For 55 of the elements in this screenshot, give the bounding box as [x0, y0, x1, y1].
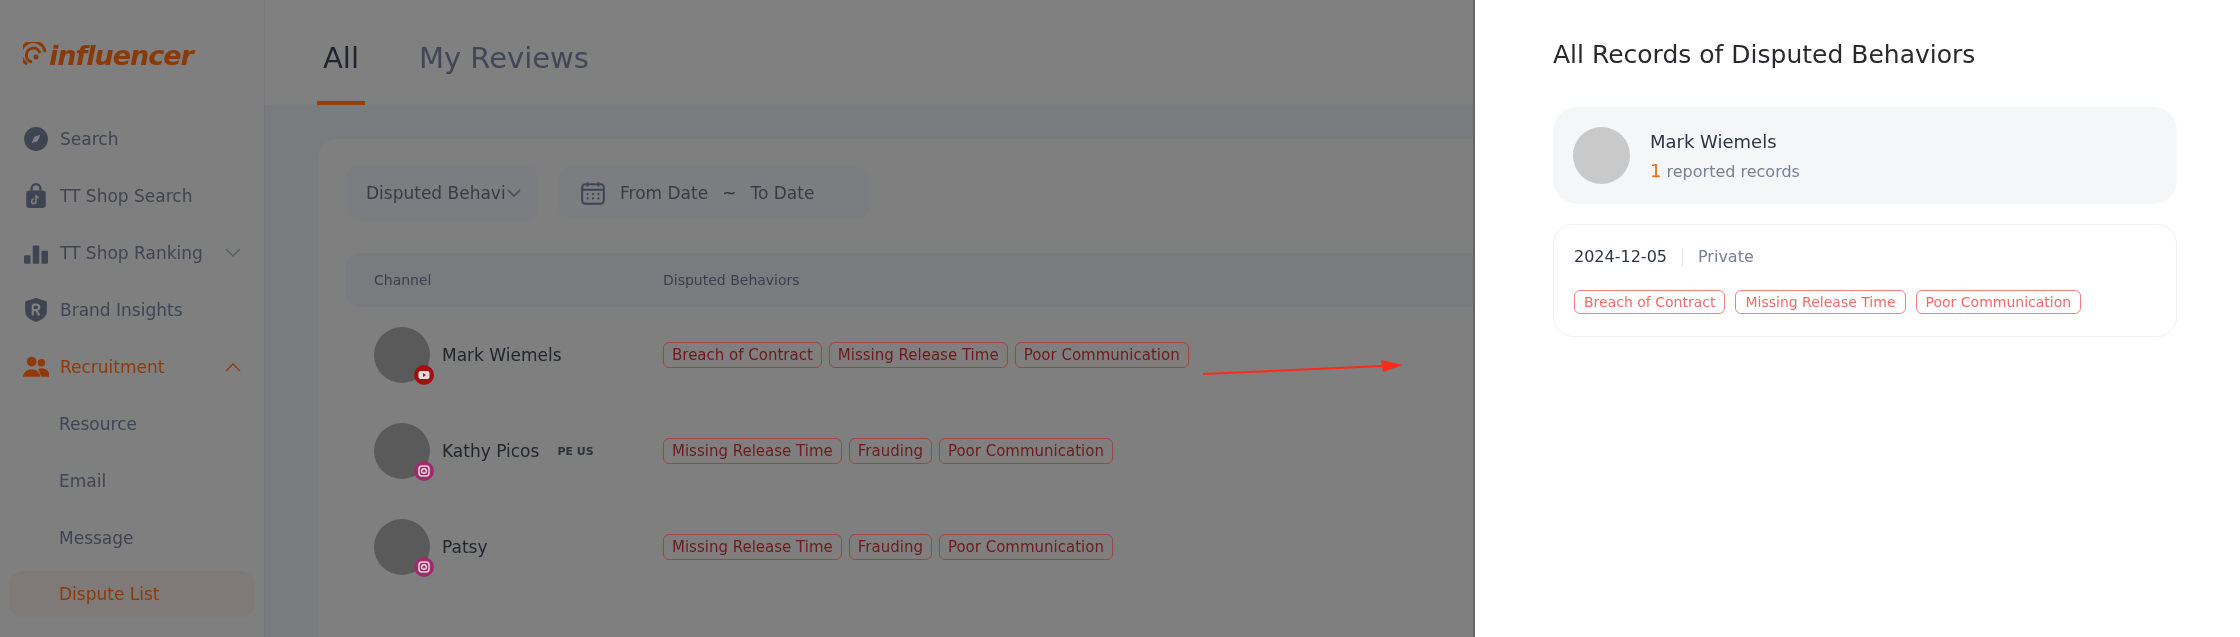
behavior-tag: Missing Release Time	[663, 534, 842, 560]
chevron-icon	[225, 361, 241, 372]
behavior-tag: Poor Communication	[1915, 290, 2082, 314]
behavior-tag: Poor Communication	[1014, 342, 1189, 368]
behavior-tag: Poor Communication	[938, 534, 1113, 560]
channel-name[interactable]: Kathy Picos	[442, 441, 540, 461]
sidebar-item[interactable]: Recruitment	[9, 338, 255, 395]
record-visibility: Private	[1698, 247, 1754, 266]
date-separator: ~	[722, 183, 737, 203]
record-date: 2024-12-05	[1574, 247, 1667, 266]
sidebar-item[interactable]: TT Shop Search	[9, 167, 255, 224]
compass-icon	[23, 125, 49, 152]
signal-logo-icon	[23, 42, 49, 68]
record-count: 1 reported records	[1650, 159, 1800, 181]
camera-badge-icon	[414, 557, 434, 577]
shopping-bag-icon	[23, 182, 49, 209]
profile-name: Mark Wiemels	[1650, 130, 1778, 152]
behavior-tag: Poor Communication	[938, 438, 1113, 464]
sidebar-subitem[interactable]: Email	[9, 452, 255, 509]
chevron-icon	[505, 188, 522, 198]
sidebar-subitem[interactable]: Resource	[9, 395, 255, 452]
tab[interactable]: All	[317, 40, 365, 105]
behavior-tag: Frauding	[848, 438, 932, 464]
sidebar-item[interactable]: Brand Insights	[9, 281, 255, 338]
camera-badge-icon	[414, 461, 434, 481]
sidebar-subitem[interactable]: Message	[9, 509, 255, 566]
sidebar-item[interactable]: TT Shop Ranking	[9, 224, 255, 281]
chevron-icon	[225, 247, 241, 258]
avatar-placeholder	[1573, 127, 1630, 184]
behavior-tag: Missing Release Time	[1735, 290, 1906, 314]
logo-text: influencer	[49, 39, 193, 71]
shield-icon	[23, 296, 49, 323]
region-codes: PE US	[557, 444, 594, 458]
sidebar-item[interactable]: Search	[9, 110, 255, 167]
behavior-select[interactable]: Disputed Behavi	[346, 165, 538, 221]
sidebar-subitem[interactable]: Dispute List	[9, 571, 255, 617]
behavior-tag: Frauding	[848, 534, 932, 560]
channel-name[interactable]: Patsy	[442, 537, 488, 557]
calendar-icon	[580, 180, 606, 206]
drawer-title: All Records of Disputed Behaviors	[1553, 40, 1977, 69]
to-date-placeholder: To Date	[750, 183, 815, 203]
channel-name[interactable]: Mark Wiemels	[442, 345, 562, 365]
behavior-tag: Breach of Contract	[1574, 290, 1726, 314]
column-header: Disputed Behaviors	[663, 272, 800, 288]
date-range-field[interactable]: From Date ~ To Date	[558, 167, 870, 219]
column-header: Channel	[373, 272, 433, 288]
avatar-placeholder	[374, 519, 430, 575]
behavior-tag: Missing Release Time	[663, 438, 842, 464]
tab[interactable]: My Reviews	[412, 40, 595, 105]
behavior-tag: Breach of Contract	[663, 342, 822, 368]
avatar-placeholder	[374, 423, 430, 479]
video-badge-icon	[414, 365, 434, 385]
from-date-placeholder: From Date	[620, 183, 709, 203]
avatar-placeholder	[374, 327, 430, 383]
behavior-tag: Missing Release Time	[828, 342, 1008, 368]
